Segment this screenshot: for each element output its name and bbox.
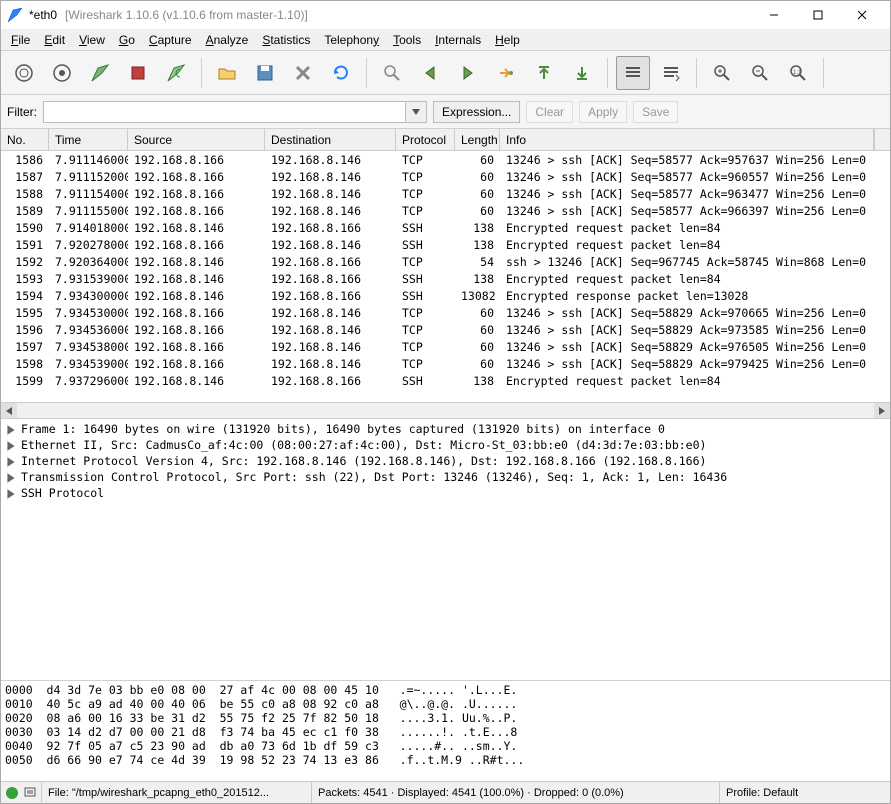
packet-row[interactable]: 15867.911146000192.168.8.166192.168.8.14… bbox=[1, 151, 890, 168]
expert-info-icon[interactable] bbox=[5, 786, 19, 800]
hscroll-left-icon[interactable] bbox=[1, 403, 17, 419]
packet-row[interactable]: 15877.911152000192.168.8.166192.168.8.14… bbox=[1, 168, 890, 185]
packet-row[interactable]: 15947.934300000192.168.8.146192.168.8.16… bbox=[1, 287, 890, 304]
start-capture-button[interactable] bbox=[83, 56, 117, 90]
hscroll-right-icon[interactable] bbox=[874, 403, 890, 419]
status-profile[interactable]: Profile: Default bbox=[720, 782, 890, 803]
reload-button[interactable] bbox=[324, 56, 358, 90]
column-source[interactable]: Source bbox=[128, 129, 265, 150]
menu-go[interactable]: Go bbox=[113, 31, 141, 49]
titlebar: *eth0 [Wireshark 1.10.6 (v1.10.6 from ma… bbox=[1, 1, 890, 29]
toolbar: 1:1 bbox=[1, 51, 890, 95]
app-icon bbox=[7, 7, 23, 23]
open-button[interactable] bbox=[210, 56, 244, 90]
window-subtitle: [Wireshark 1.10.6 (v1.10.6 from master-1… bbox=[65, 8, 308, 22]
close-file-button[interactable] bbox=[286, 56, 320, 90]
save-button[interactable] bbox=[248, 56, 282, 90]
go-to-packet-button[interactable] bbox=[489, 56, 523, 90]
detail-row[interactable]: Internet Protocol Version 4, Src: 192.16… bbox=[3, 453, 888, 469]
window-title: *eth0 bbox=[29, 8, 57, 22]
wireshark-window: *eth0 [Wireshark 1.10.6 (v1.10.6 from ma… bbox=[0, 0, 891, 804]
go-last-button[interactable] bbox=[565, 56, 599, 90]
filter-bar: Filter: Expression... Clear Apply Save bbox=[1, 95, 890, 129]
column-time[interactable]: Time bbox=[49, 129, 128, 150]
detail-row[interactable]: Frame 1: 16490 bytes on wire (131920 bit… bbox=[3, 421, 888, 437]
expand-icon[interactable] bbox=[5, 488, 17, 500]
packet-row[interactable]: 15997.937296000192.168.8.146192.168.8.16… bbox=[1, 372, 890, 389]
svg-text:1:1: 1:1 bbox=[793, 70, 802, 76]
minimize-button[interactable] bbox=[752, 1, 796, 29]
packet-row[interactable]: 15957.934530000192.168.8.166192.168.8.14… bbox=[1, 304, 890, 321]
expand-icon[interactable] bbox=[5, 424, 17, 436]
capture-comment-icon[interactable] bbox=[23, 786, 37, 800]
filter-save-button[interactable]: Save bbox=[633, 101, 678, 123]
packet-row[interactable]: 15977.934538000192.168.8.166192.168.8.14… bbox=[1, 338, 890, 355]
auto-scroll-button[interactable] bbox=[654, 56, 688, 90]
status-bar: File: "/tmp/wireshark_pcapng_eth0_201512… bbox=[1, 781, 890, 803]
packet-list: No. Time Source Destination Protocol Len… bbox=[1, 129, 890, 419]
zoom-in-button[interactable] bbox=[705, 56, 739, 90]
packet-list-header: No. Time Source Destination Protocol Len… bbox=[1, 129, 890, 151]
maximize-button[interactable] bbox=[796, 1, 840, 29]
packet-row[interactable]: 15937.931539000192.168.8.146192.168.8.16… bbox=[1, 270, 890, 287]
stop-capture-button[interactable] bbox=[121, 56, 155, 90]
expand-icon[interactable] bbox=[5, 440, 17, 452]
packet-row[interactable]: 15897.911155000192.168.8.166192.168.8.14… bbox=[1, 202, 890, 219]
menu-capture[interactable]: Capture bbox=[143, 31, 198, 49]
go-first-button[interactable] bbox=[527, 56, 561, 90]
menu-telephony[interactable]: Telephony bbox=[318, 31, 385, 49]
column-info[interactable]: Info bbox=[500, 129, 874, 150]
menu-edit[interactable]: Edit bbox=[38, 31, 71, 49]
expand-icon[interactable] bbox=[5, 472, 17, 484]
packet-list-hscroll[interactable] bbox=[1, 402, 890, 418]
menu-view[interactable]: View bbox=[73, 31, 111, 49]
menu-internals[interactable]: Internals bbox=[429, 31, 487, 49]
packet-row[interactable]: 15907.914018000192.168.8.146192.168.8.16… bbox=[1, 219, 890, 236]
packet-list-body[interactable]: 15867.911146000192.168.8.166192.168.8.14… bbox=[1, 151, 890, 402]
zoom-out-button[interactable] bbox=[743, 56, 777, 90]
packet-row[interactable]: 15927.920364000192.168.8.146192.168.8.16… bbox=[1, 253, 890, 270]
status-packets: Packets: 4541 · Displayed: 4541 (100.0%)… bbox=[312, 782, 720, 803]
options-button[interactable] bbox=[45, 56, 79, 90]
interfaces-button[interactable] bbox=[7, 56, 41, 90]
go-forward-button[interactable] bbox=[451, 56, 485, 90]
expand-icon[interactable] bbox=[5, 456, 17, 468]
colorize-button[interactable] bbox=[616, 56, 650, 90]
clear-button[interactable]: Clear bbox=[526, 101, 573, 123]
status-file[interactable]: File: "/tmp/wireshark_pcapng_eth0_201512… bbox=[42, 782, 312, 803]
detail-row[interactable]: SSH Protocol bbox=[3, 485, 888, 501]
packet-row[interactable]: 15967.934536000192.168.8.166192.168.8.14… bbox=[1, 321, 890, 338]
close-button[interactable] bbox=[840, 1, 884, 29]
column-destination[interactable]: Destination bbox=[265, 129, 396, 150]
detail-row[interactable]: Ethernet II, Src: CadmusCo_af:4c:00 (08:… bbox=[3, 437, 888, 453]
menu-analyze[interactable]: Analyze bbox=[200, 31, 255, 49]
filter-input[interactable] bbox=[43, 101, 405, 123]
go-back-button[interactable] bbox=[413, 56, 447, 90]
packet-row[interactable]: 15887.911154000192.168.8.166192.168.8.14… bbox=[1, 185, 890, 202]
packet-row[interactable]: 15987.934539000192.168.8.166192.168.8.14… bbox=[1, 355, 890, 372]
expression-button[interactable]: Expression... bbox=[433, 101, 520, 123]
scroll-stub bbox=[874, 129, 890, 150]
menu-file[interactable]: File bbox=[5, 31, 36, 49]
menu-help[interactable]: Help bbox=[489, 31, 526, 49]
menu-tools[interactable]: Tools bbox=[387, 31, 427, 49]
detail-row[interactable]: Transmission Control Protocol, Src Port:… bbox=[3, 469, 888, 485]
menubar: File Edit View Go Capture Analyze Statis… bbox=[1, 29, 890, 51]
packet-bytes[interactable]: 0000 d4 3d 7e 03 bb e0 08 00 27 af 4c 00… bbox=[1, 681, 890, 781]
apply-button[interactable]: Apply bbox=[579, 101, 627, 123]
column-protocol[interactable]: Protocol bbox=[396, 129, 455, 150]
column-length[interactable]: Length bbox=[455, 129, 500, 150]
column-no[interactable]: No. bbox=[1, 129, 49, 150]
restart-capture-button[interactable] bbox=[159, 56, 193, 90]
filter-label: Filter: bbox=[7, 105, 37, 119]
find-button[interactable] bbox=[375, 56, 409, 90]
packet-details[interactable]: Frame 1: 16490 bytes on wire (131920 bit… bbox=[1, 419, 890, 681]
zoom-reset-button[interactable]: 1:1 bbox=[781, 56, 815, 90]
filter-dropdown-button[interactable] bbox=[405, 101, 427, 123]
menu-statistics[interactable]: Statistics bbox=[256, 31, 316, 49]
packet-row[interactable]: 15917.920278000192.168.8.166192.168.8.14… bbox=[1, 236, 890, 253]
